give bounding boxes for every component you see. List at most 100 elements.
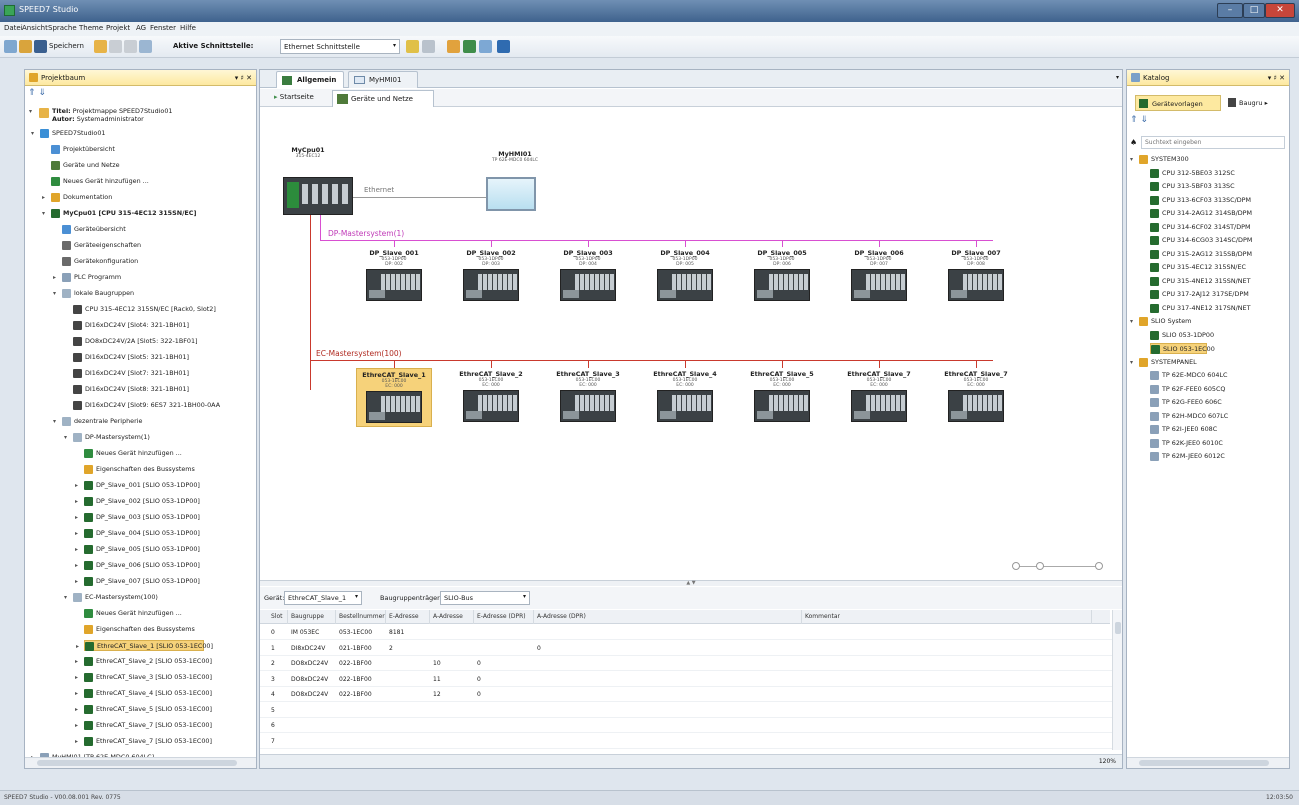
catalog-item[interactable]: CPU 313-5BF03 313SC: [1150, 181, 1235, 192]
table-row[interactable]: 1 DI8xDC24V 021-1BF00 2 0: [260, 641, 1118, 656]
chevron-right-icon[interactable]: ▸: [42, 192, 45, 203]
catalog-item[interactable]: ▾ SLIO System: [1130, 316, 1191, 327]
tree-item[interactable]: ▸ DP_Slave_005 [SLIO 053-1DP00]: [75, 544, 200, 555]
chevron-down-icon[interactable]: ▾: [1130, 316, 1133, 327]
geraet-select[interactable]: EthreCAT_Slave_1 ▾: [284, 591, 362, 605]
catalog-item[interactable]: CPU 314-6CF02 314ST/DPM: [1150, 222, 1251, 233]
slave-device[interactable]: DP_Slave_002 053-1DP00 DP: 003: [453, 247, 529, 304]
column-header-a-adresse[interactable]: A-Adresse: [430, 610, 474, 624]
catalog-item[interactable]: CPU 317-4NE12 317SN/NET: [1150, 303, 1251, 314]
slave-device[interactable]: EthreCAT_Slave_1 053-1EC00 EC: 000: [356, 368, 432, 427]
upload-icon[interactable]: [479, 40, 492, 53]
catalog-item[interactable]: CPU 315-4EC12 315SN/EC: [1150, 262, 1246, 273]
column-header-baugruppe[interactable]: Baugruppe: [288, 610, 336, 624]
table-row[interactable]: 7: [260, 734, 1118, 749]
catalog-item[interactable]: TP 62G-FEE0 606C: [1150, 397, 1222, 408]
catalog-hscrollbar[interactable]: [1127, 757, 1289, 768]
panel-pin-icon[interactable]: ▾ ♯ ✕: [1268, 74, 1285, 82]
cpu-rack[interactable]: [283, 177, 353, 215]
chevron-down-icon[interactable]: ▾: [31, 128, 34, 139]
tree-item[interactable]: DI16xDC24V [Slot5: 321-1BH01]: [73, 352, 189, 363]
column-header-kommentar[interactable]: Kommentar: [802, 610, 1092, 624]
tab-myhmi01[interactable]: MyHMI01: [348, 71, 418, 88]
chevron-down-icon[interactable]: ▾: [53, 416, 56, 427]
tab-baugruppen[interactable]: Baugru ▸: [1225, 95, 1287, 111]
tree-item[interactable]: ▸ EthreCAT_Slave_7 [SLIO 053-1EC00]: [75, 720, 212, 731]
menu-ag[interactable]: AG: [136, 24, 146, 32]
chevron-down-icon[interactable]: ▾: [1130, 154, 1133, 165]
save-icon[interactable]: [34, 40, 47, 53]
chevron-down-icon[interactable]: ▾: [42, 208, 45, 219]
zoom-out-icon[interactable]: [1012, 562, 1020, 570]
menu-hilfe[interactable]: Hilfe: [180, 24, 196, 32]
slave-device[interactable]: DP_Slave_003 053-1DP00 DP: 004: [550, 247, 626, 304]
tree-item[interactable]: Gerätekonfiguration: [62, 256, 138, 267]
device-grid[interactable]: Slot Baugruppe Bestellnummer E-Adresse A-Adr…: [260, 610, 1122, 750]
slave-device[interactable]: DP_Slave_004 053-1DP00 DP: 005: [647, 247, 723, 304]
monitor-icon[interactable]: [497, 40, 510, 53]
menu-fenster[interactable]: Fenster: [150, 24, 176, 32]
menu-datei[interactable]: Datei: [4, 24, 23, 32]
table-row[interactable]: 6: [260, 718, 1118, 733]
slave-device[interactable]: EthreCAT_Slave_7 053-1EC00 EC: 000: [841, 368, 917, 425]
tree-item[interactable]: ▾ SPEED7Studio01: [31, 128, 105, 139]
tree-item[interactable]: ▾ MyCpu01 [CPU 315-4EC12 315SN/EC]: [42, 208, 196, 219]
slave-device[interactable]: DP_Slave_006 053-1DP00 DP: 007: [841, 247, 917, 304]
catalog-item[interactable]: ▾ SYSTEM300: [1130, 154, 1189, 165]
column-header-slot[interactable]: Slot: [268, 610, 288, 624]
table-row[interactable]: 0 IM 053EC 053-1EC00 8181: [260, 625, 1118, 640]
zoom-slider[interactable]: [1015, 566, 1101, 567]
tree-item[interactable]: ▸ DP_Slave_004 [SLIO 053-1DP00]: [75, 528, 200, 539]
table-row[interactable]: 4 DO8xDC24V 022-1BF00 12 0: [260, 687, 1118, 702]
catalog-item[interactable]: TP 62H-MDC0 607LC: [1150, 411, 1228, 422]
tree-item[interactable]: ▸ DP_Slave_001 [SLIO 053-1DP00]: [75, 480, 200, 491]
table-row[interactable]: 2 DO8xDC24V 022-1BF00 10 0: [260, 656, 1118, 671]
tree-item[interactable]: ▸ PLC Programm: [53, 272, 121, 283]
collapse-expand-icon[interactable]: ⇑ ⇓: [1130, 115, 1148, 125]
settings-icon[interactable]: [422, 40, 435, 53]
slave-device[interactable]: DP_Slave_001 053-1DP00 DP: 002: [356, 247, 432, 304]
tree-item[interactable]: DI16xDC24V [Slot8: 321-1BH01]: [73, 384, 189, 395]
hmi-device[interactable]: MyHMI01 TP 62E-MDC0 604LC: [470, 150, 560, 163]
slave-device[interactable]: EthreCAT_Slave_7 053-1EC00 EC: 000: [938, 368, 1014, 425]
chevron-down-icon[interactable]: ▾: [64, 432, 67, 443]
save-button[interactable]: Speichern: [49, 42, 84, 50]
scroll-thumb[interactable]: [1139, 760, 1269, 766]
chevron-right-icon[interactable]: ▸: [75, 656, 78, 667]
tree-item[interactable]: CPU 315-4EC12 315SN/EC [Rack0, Slot2]: [73, 304, 216, 315]
online-icon[interactable]: [447, 40, 460, 53]
tree-item[interactable]: Neues Gerät hinzufügen ...: [51, 176, 149, 187]
tree-item[interactable]: Geräteübersicht: [62, 224, 126, 235]
catalog-item[interactable]: TP 62M-JEE0 6012C: [1150, 451, 1225, 462]
tree-item[interactable]: ▾ dezentrale Peripherie: [53, 416, 142, 427]
zoom-in-icon[interactable]: [1095, 562, 1103, 570]
zoom-thumb[interactable]: [1036, 562, 1044, 570]
open-icon[interactable]: [4, 40, 17, 53]
tree-item[interactable]: ▸ EthreCAT_Slave_4 [SLIO 053-1EC00]: [75, 688, 212, 699]
tree-hscrollbar[interactable]: [25, 757, 256, 768]
tree-item[interactable]: ▸ EthreCAT_Slave_1 [SLIO 053-1EC00]: [76, 640, 213, 651]
maximize-button[interactable]: □: [1243, 3, 1265, 18]
table-row[interactable]: 3 DO8xDC24V 022-1BF00 11 0: [260, 672, 1118, 687]
column-header-e-adresse[interactable]: E-Adresse: [386, 610, 430, 624]
tab-geraete-netze[interactable]: Geräte und Netze: [332, 90, 434, 107]
download-icon[interactable]: [463, 40, 476, 53]
tree-item[interactable]: Eigenschaften des Bussystems: [84, 624, 195, 635]
tree-item[interactable]: Geräte und Netze: [51, 160, 120, 171]
tree-item[interactable]: ▸ EthreCAT_Slave_3 [SLIO 053-1EC00]: [75, 672, 212, 683]
chevron-right-icon[interactable]: ▸: [75, 736, 78, 747]
chevron-right-icon[interactable]: ▸: [75, 544, 78, 555]
tree-item[interactable]: Neues Gerät hinzufügen ...: [84, 448, 182, 459]
cpu-device[interactable]: MyCpu01 315-4EC12: [278, 146, 338, 159]
collapse-expand-icon[interactable]: ⇑ ⇓: [28, 88, 46, 98]
warning-icon[interactable]: [406, 40, 419, 53]
chevron-right-icon[interactable]: ▸: [76, 641, 79, 652]
chevron-right-icon[interactable]: ▸: [75, 480, 78, 491]
catalog-item[interactable]: TP 62E-MDC0 604LC: [1150, 370, 1227, 381]
catalog-item[interactable]: CPU 317-2AJ12 317SE/DPM: [1150, 289, 1249, 300]
minimize-button[interactable]: –: [1217, 3, 1243, 18]
tab-allgemein[interactable]: Allgemein: [276, 71, 344, 88]
chevron-right-icon[interactable]: ▸: [53, 272, 56, 283]
grid-vscrollbar[interactable]: [1112, 610, 1122, 750]
paste-icon[interactable]: [139, 40, 152, 53]
